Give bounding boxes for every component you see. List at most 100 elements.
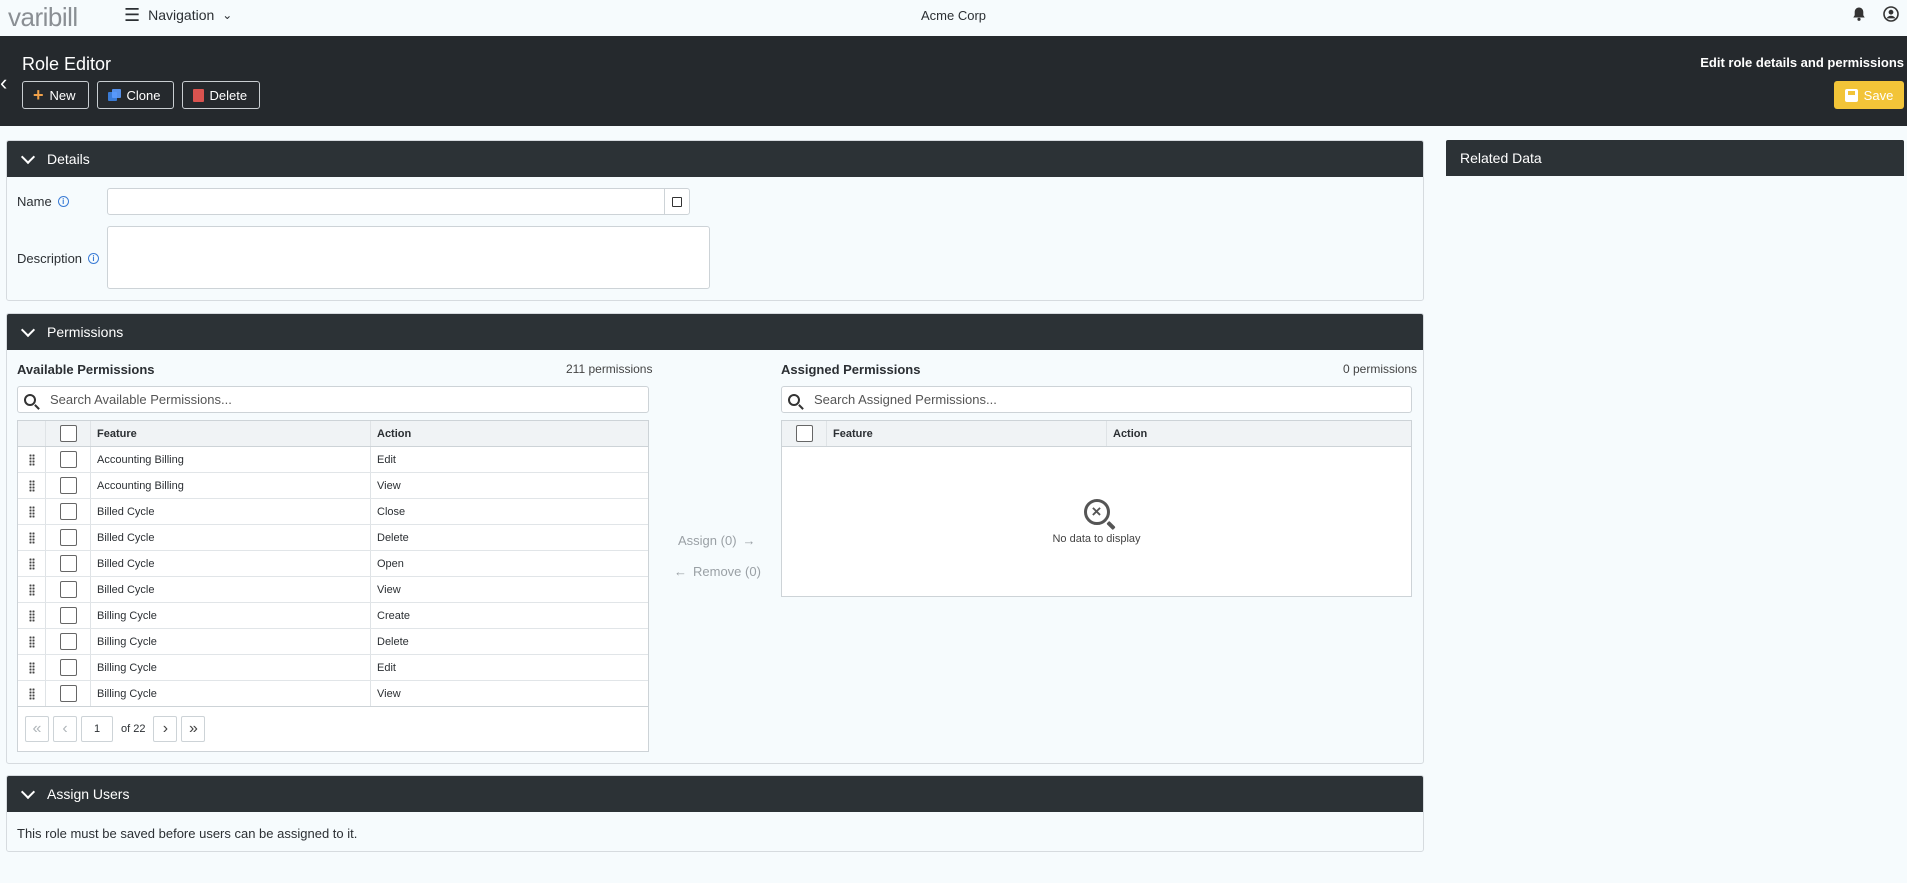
- permissions-heading: Permissions: [47, 324, 124, 340]
- details-panel-header[interactable]: Details: [7, 141, 1423, 177]
- save-button[interactable]: Save: [1834, 81, 1904, 109]
- navigation-menu-button[interactable]: ☰ Navigation ⌄: [124, 6, 232, 24]
- drag-handle-icon[interactable]: [28, 583, 35, 596]
- table-row[interactable]: Billed Cycle View: [18, 577, 648, 603]
- drag-handle-cell: [18, 473, 46, 498]
- description-field[interactable]: [107, 226, 710, 289]
- chevron-down-icon: [20, 784, 36, 799]
- name-field[interactable]: [107, 188, 690, 215]
- first-page-button[interactable]: «: [25, 715, 49, 742]
- drag-handle-icon[interactable]: [28, 479, 35, 492]
- remove-button[interactable]: ← Remove (0): [674, 564, 761, 579]
- arrow-left-icon: ←: [674, 564, 687, 579]
- row-checkbox[interactable]: [59, 451, 77, 468]
- row-checkbox[interactable]: [59, 503, 77, 520]
- action-cell: Edit: [377, 661, 396, 674]
- row-select-cell: [46, 447, 91, 472]
- table-row[interactable]: Billed Cycle Delete: [18, 525, 648, 551]
- chevron-down-icon: [20, 322, 36, 337]
- next-page-button[interactable]: ›: [153, 715, 178, 742]
- clone-button[interactable]: Clone: [96, 81, 174, 109]
- assign-button[interactable]: Assign (0) →: [678, 533, 756, 548]
- row-checkbox[interactable]: [59, 581, 77, 598]
- info-icon[interactable]: i: [57, 196, 69, 207]
- back-arrow-icon[interactable]: ‹: [0, 70, 7, 96]
- available-search-input[interactable]: [48, 391, 579, 408]
- assign-users-panel-header[interactable]: Assign Users: [7, 776, 1423, 812]
- action-cell: View: [377, 583, 401, 596]
- drag-handle-icon[interactable]: [28, 609, 35, 622]
- drag-handle-cell: [18, 603, 46, 628]
- page-subtitle: Edit role details and permissions: [1700, 55, 1904, 70]
- table-row[interactable]: Billing Cycle Delete: [18, 629, 648, 655]
- trash-icon: [192, 88, 204, 102]
- feature-column-header[interactable]: Feature: [827, 421, 1107, 446]
- last-page-button[interactable]: »: [181, 715, 206, 742]
- drag-handle-cell: [18, 577, 46, 602]
- action-column-header[interactable]: Action: [1107, 421, 1411, 446]
- row-checkbox[interactable]: [59, 633, 77, 650]
- available-permissions-title: Available Permissions: [17, 362, 155, 377]
- drag-handle-icon[interactable]: [28, 453, 35, 466]
- page-count: of 22: [121, 722, 146, 735]
- drag-handle-icon[interactable]: [28, 635, 35, 648]
- copy-button[interactable]: [664, 189, 689, 214]
- plus-icon: +: [33, 85, 44, 105]
- table-row[interactable]: Billed Cycle Open: [18, 551, 648, 577]
- save-disk-icon: [1844, 88, 1858, 102]
- details-heading: Details: [47, 151, 90, 167]
- drag-handle-icon[interactable]: [28, 531, 35, 544]
- row-checkbox[interactable]: [59, 555, 77, 572]
- select-all-checkbox[interactable]: [59, 425, 77, 442]
- row-checkbox[interactable]: [59, 607, 77, 624]
- feature-cell: Accounting Billing: [91, 473, 371, 498]
- row-select-cell: [46, 603, 91, 628]
- previous-page-button[interactable]: ‹: [53, 715, 77, 742]
- row-checkbox[interactable]: [59, 477, 77, 494]
- new-button[interactable]: + New: [22, 81, 89, 109]
- row-checkbox[interactable]: [59, 685, 77, 702]
- drag-handle-icon[interactable]: [28, 687, 35, 700]
- feature-column-header[interactable]: Feature: [91, 421, 371, 446]
- assigned-search-input[interactable]: [812, 391, 1342, 408]
- related-data-heading: Related Data: [1460, 150, 1542, 166]
- drag-handle-cell: [18, 551, 46, 576]
- app-logo[interactable]: varibill: [8, 2, 78, 33]
- permissions-panel-header[interactable]: Permissions: [7, 314, 1423, 350]
- table-row[interactable]: Billing Cycle View: [18, 681, 648, 707]
- row-select-cell: [46, 551, 91, 576]
- info-icon[interactable]: i: [88, 253, 100, 264]
- row-select-cell: [46, 499, 91, 524]
- user-account-icon[interactable]: [1883, 6, 1899, 22]
- chevron-down-icon: ⌄: [222, 8, 233, 22]
- table-row[interactable]: Billing Cycle Create: [18, 603, 648, 629]
- row-select-cell: [46, 655, 91, 680]
- table-row[interactable]: Billed Cycle Close: [18, 499, 648, 525]
- copy-icon: [672, 196, 682, 207]
- drag-handle-cell: [18, 655, 46, 680]
- remove-label: Remove (0): [693, 564, 761, 579]
- drag-handle-icon[interactable]: [28, 505, 35, 518]
- row-select-cell: [46, 681, 91, 706]
- table-row[interactable]: Accounting Billing Edit: [18, 447, 648, 473]
- bell-icon[interactable]: [1851, 6, 1867, 22]
- clone-button-label: Clone: [126, 87, 161, 103]
- action-cell: Delete: [377, 635, 409, 648]
- table-row[interactable]: Accounting Billing View: [18, 473, 648, 499]
- action-cell: View: [377, 687, 401, 700]
- drag-handle-icon[interactable]: [28, 557, 35, 570]
- assigned-search-field[interactable]: [781, 386, 1412, 413]
- navigation-label: Navigation: [148, 7, 215, 23]
- row-checkbox[interactable]: [59, 529, 77, 546]
- action-column-header[interactable]: Action: [371, 421, 648, 446]
- select-all-checkbox[interactable]: [795, 425, 813, 442]
- delete-button[interactable]: Delete: [181, 81, 261, 109]
- available-search-field[interactable]: [17, 386, 649, 413]
- arrow-right-icon: →: [742, 533, 756, 548]
- drag-handle-cell: [18, 499, 46, 524]
- page-number-input[interactable]: 1: [81, 715, 113, 742]
- assign-users-heading: Assign Users: [47, 786, 130, 802]
- table-row[interactable]: Billing Cycle Edit: [18, 655, 648, 681]
- drag-handle-icon[interactable]: [28, 661, 35, 674]
- row-checkbox[interactable]: [59, 659, 77, 676]
